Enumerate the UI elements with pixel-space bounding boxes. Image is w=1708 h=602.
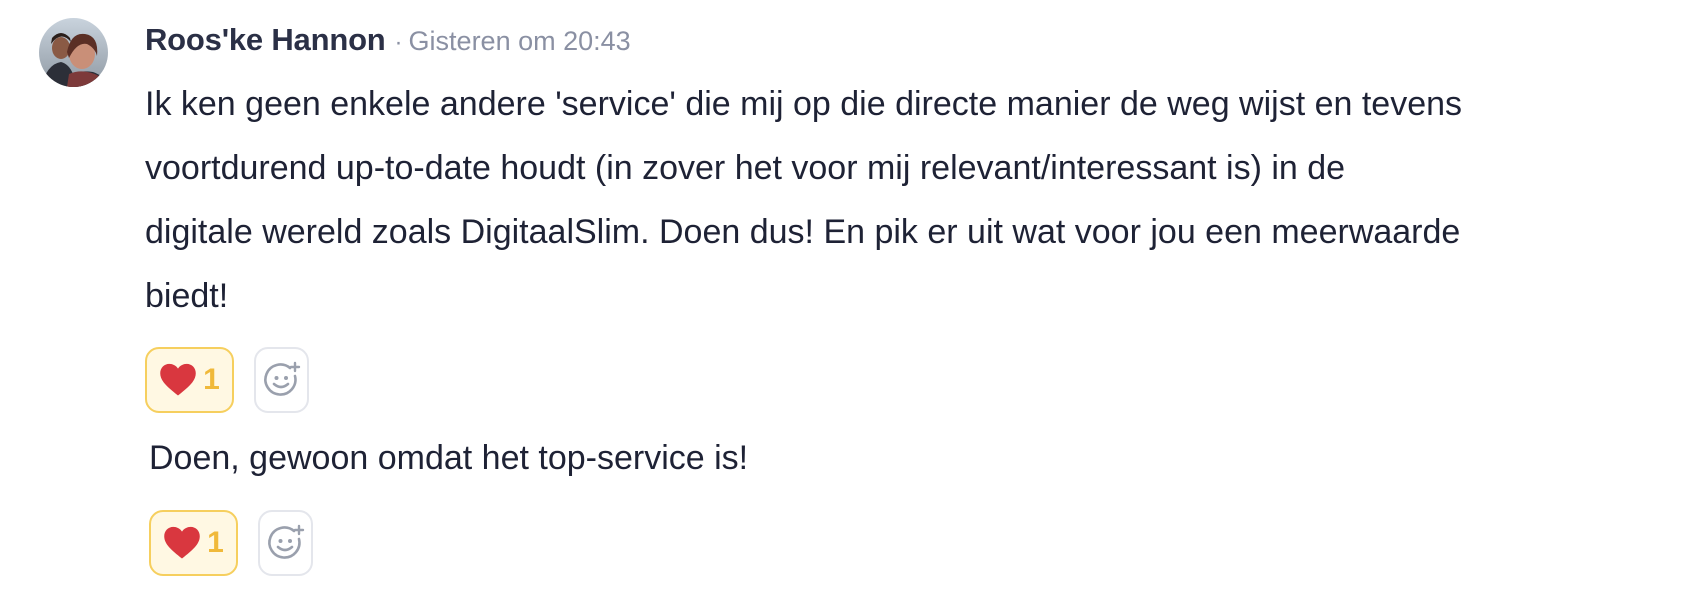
post-header: Roos'ke Hannon · Gisteren om 20:43 <box>145 22 631 62</box>
reaction-count: 1 <box>203 363 220 396</box>
reply-text: Doen, gewoon omdat het top-service is! <box>149 439 749 477</box>
heart-reaction-button[interactable]: 1 <box>149 510 238 576</box>
post-body: Ik ken geen enkele andere 'service' die … <box>145 72 1675 328</box>
reaction-bar: 1 <box>145 347 309 413</box>
add-reaction-button[interactable] <box>258 510 313 576</box>
author-name[interactable]: Roos'ke Hannon <box>145 22 386 58</box>
heart-icon <box>164 526 200 559</box>
add-emoji-icon <box>267 524 304 559</box>
add-reaction-button[interactable] <box>254 347 309 413</box>
post-text: Ik ken geen enkele andere 'service' die … <box>145 85 1463 315</box>
reaction-count: 1 <box>207 526 224 559</box>
heart-reaction-button[interactable]: 1 <box>145 347 234 413</box>
separator-dot: · <box>394 29 403 56</box>
reply-reaction-bar: 1 <box>149 510 313 576</box>
profile-photo <box>39 18 108 87</box>
heart-icon <box>160 363 196 396</box>
avatar[interactable] <box>39 18 108 87</box>
timestamp[interactable]: Gisteren om 20:43 <box>409 26 631 57</box>
add-emoji-icon <box>263 361 300 396</box>
